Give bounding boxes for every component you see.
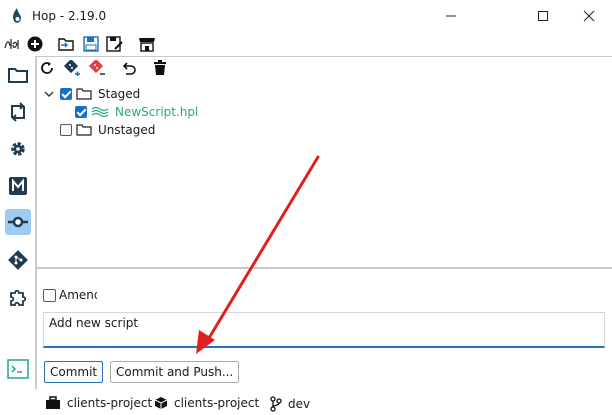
pipeline-file-icon xyxy=(91,106,109,118)
git-add-icon xyxy=(63,60,80,76)
delete-button[interactable] xyxy=(151,60,169,76)
file-label: NewScript.hpl xyxy=(115,105,199,119)
folder-icon xyxy=(76,124,92,136)
perspective-explorer[interactable] xyxy=(5,62,31,88)
git-remove-icon xyxy=(88,60,105,75)
commit-and-push-button[interactable]: Commit and Push... xyxy=(110,361,240,383)
pipeline-icon xyxy=(11,102,25,122)
briefcase-icon xyxy=(46,396,60,409)
refresh-icon xyxy=(41,62,53,74)
minimize-icon xyxy=(446,15,456,17)
git-remove-button[interactable] xyxy=(88,60,106,76)
amend-checkbox[interactable] xyxy=(43,289,56,302)
save-button[interactable] xyxy=(81,35,101,53)
amend-label: Amend xyxy=(59,288,97,302)
marketplace-button[interactable] xyxy=(137,35,157,53)
revert-icon xyxy=(122,62,136,75)
close-button[interactable] xyxy=(566,0,612,32)
window-title: Hop - 2.19.0 xyxy=(32,9,107,23)
delete-icon xyxy=(154,60,166,75)
file-checkbox[interactable] xyxy=(75,106,87,118)
tree-node-unstaged[interactable]: Unstaged xyxy=(60,121,155,139)
execution-icon xyxy=(8,216,28,228)
status-environment[interactable]: clients-project xyxy=(154,396,259,410)
git-branch-icon xyxy=(270,396,282,412)
staged-checkbox[interactable] xyxy=(60,88,72,100)
revert-button[interactable] xyxy=(120,60,138,76)
chevron-down-icon[interactable] xyxy=(43,88,55,100)
git-add-button[interactable] xyxy=(63,60,81,76)
save-as-icon xyxy=(106,36,123,52)
perspective-pipelines[interactable] xyxy=(5,99,31,125)
perspective-terminal[interactable] xyxy=(5,356,31,382)
unstaged-checkbox[interactable] xyxy=(60,124,72,136)
minimize-button[interactable] xyxy=(428,0,474,32)
close-icon xyxy=(583,10,595,22)
hop-app-icon xyxy=(13,8,21,23)
tree-node-file[interactable]: NewScript.hpl xyxy=(75,103,198,121)
metadata-icon xyxy=(9,177,27,195)
branch-name: dev xyxy=(288,397,311,411)
terminal-icon xyxy=(7,359,29,379)
save-icon xyxy=(83,36,99,52)
perspective-execution[interactable] xyxy=(5,209,31,235)
title-bar: Hop - 2.19.0 xyxy=(0,0,612,32)
status-project[interactable]: clients-project xyxy=(45,396,152,410)
open-folder-icon xyxy=(58,38,74,51)
maximize-button[interactable] xyxy=(520,0,566,32)
new-icon xyxy=(27,36,43,52)
commit-message-text: Add new script xyxy=(49,316,139,330)
save-as-button[interactable] xyxy=(105,35,125,53)
folder-icon xyxy=(8,68,28,83)
commit-button[interactable]: Commit xyxy=(44,361,104,383)
open-button[interactable] xyxy=(57,35,77,53)
perspective-git[interactable] xyxy=(5,247,31,273)
tree-node-staged[interactable]: Staged xyxy=(43,85,140,103)
refresh-button[interactable] xyxy=(38,60,56,76)
unstaged-label: Unstaged xyxy=(98,123,156,137)
perspective-metadata[interactable] xyxy=(5,173,31,199)
folder-icon xyxy=(76,88,92,100)
new-button[interactable] xyxy=(25,35,45,53)
perspective-plugins[interactable] xyxy=(5,284,31,310)
environment-name: clients-project xyxy=(174,396,260,410)
plugin-icon xyxy=(10,289,27,306)
cube-icon xyxy=(154,397,168,409)
perspective-configuration[interactable] xyxy=(5,136,31,162)
git-icon xyxy=(8,250,28,270)
hop-logo-icon xyxy=(2,35,22,53)
staged-label: Staged xyxy=(98,87,141,101)
project-name: clients-project xyxy=(67,396,153,410)
status-branch[interactable]: dev xyxy=(270,396,310,412)
maximize-icon xyxy=(538,11,548,21)
gear-icon xyxy=(11,142,25,156)
marketplace-icon xyxy=(139,38,155,52)
